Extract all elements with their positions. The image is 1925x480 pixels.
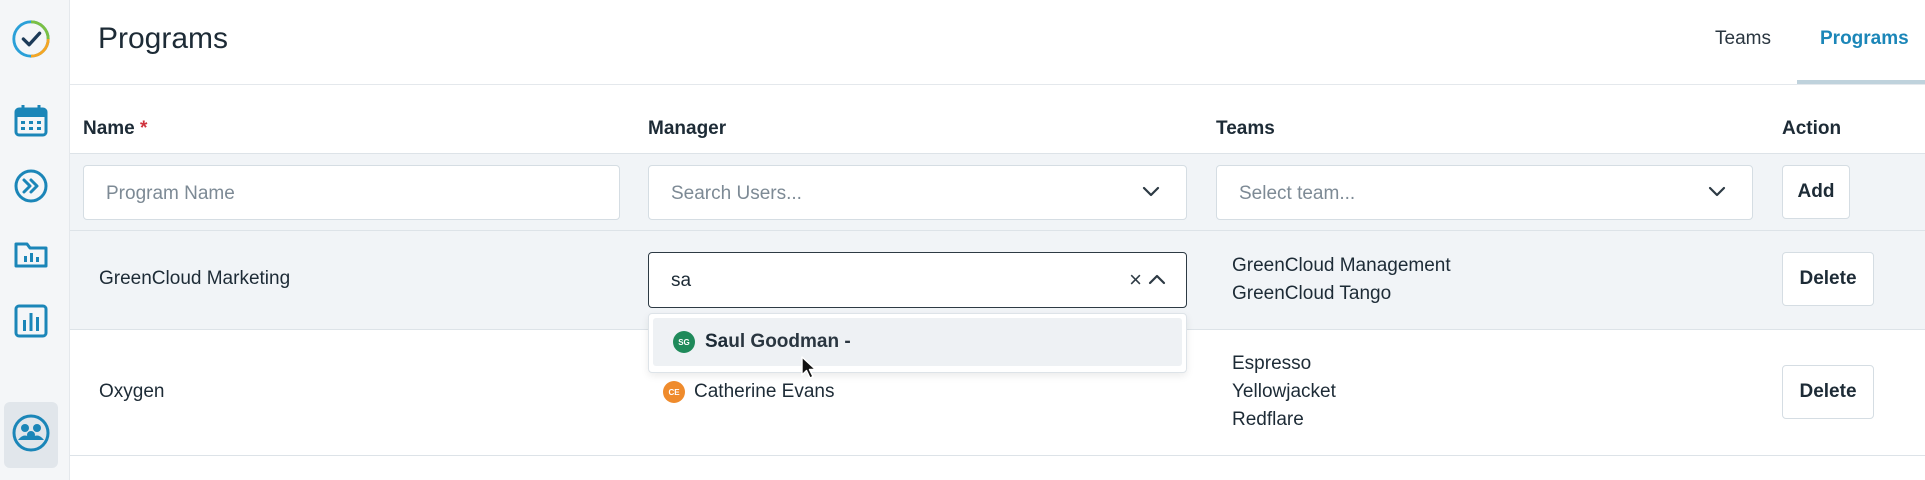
column-header-manager: Manager bbox=[648, 118, 727, 139]
option-label: Saul Goodman - bbox=[705, 331, 851, 353]
chevron-down-icon[interactable] bbox=[1708, 185, 1726, 204]
program-name-placeholder: Program Name bbox=[106, 183, 235, 204]
add-button[interactable]: Add bbox=[1782, 165, 1850, 219]
team-select[interactable]: Select team... bbox=[1216, 165, 1753, 220]
column-header-name: Name * bbox=[83, 118, 147, 140]
delete-button[interactable]: Delete bbox=[1782, 365, 1874, 419]
required-mark: * bbox=[140, 118, 148, 139]
program-name-input[interactable]: Program Name bbox=[83, 165, 620, 220]
header: Programs Teams Programs bbox=[70, 0, 1925, 85]
sidebar bbox=[0, 0, 70, 480]
avatar: SG bbox=[673, 331, 695, 353]
column-header-teams: Teams bbox=[1216, 118, 1275, 139]
team-name: Espresso bbox=[1232, 353, 1312, 374]
team-name: GreenCloud Management bbox=[1232, 255, 1451, 276]
team-name: GreenCloud Tango bbox=[1232, 283, 1392, 304]
chevron-up-icon[interactable] bbox=[1148, 272, 1166, 291]
active-tab-indicator bbox=[1797, 80, 1925, 84]
delete-button[interactable]: Delete bbox=[1782, 252, 1874, 306]
manager-search-placeholder: Search Users... bbox=[671, 183, 802, 204]
bar-chart-icon[interactable] bbox=[10, 300, 52, 342]
program-name: GreenCloud Marketing bbox=[99, 268, 291, 289]
team-name: Yellowjacket bbox=[1232, 381, 1336, 402]
column-header-name-label: Name bbox=[83, 118, 135, 139]
team-select-placeholder: Select team... bbox=[1239, 183, 1356, 204]
option-rest-text: ul Goodman - bbox=[728, 331, 851, 352]
manager-search-input[interactable]: sa × bbox=[648, 252, 1187, 308]
mouse-cursor-icon bbox=[800, 355, 818, 386]
manager-search-value: sa bbox=[671, 270, 692, 291]
sidebar-item-teams[interactable] bbox=[4, 402, 58, 468]
divider bbox=[70, 455, 1925, 456]
team-name: Redflare bbox=[1232, 409, 1304, 430]
logo-icon[interactable] bbox=[10, 18, 52, 60]
chevron-down-icon[interactable] bbox=[1142, 185, 1160, 204]
option-match-text: Sa bbox=[705, 331, 729, 352]
program-name: Oxygen bbox=[99, 381, 165, 402]
page-title: Programs bbox=[98, 22, 229, 55]
forward-icon[interactable] bbox=[10, 165, 52, 207]
tab-programs[interactable]: Programs bbox=[1820, 28, 1909, 50]
dropdown-option[interactable]: SG Saul Goodman - bbox=[653, 318, 1182, 366]
teams-icon bbox=[11, 413, 51, 458]
calendar-icon[interactable] bbox=[10, 100, 52, 142]
folder-chart-icon[interactable] bbox=[10, 233, 52, 275]
clear-icon[interactable]: × bbox=[1129, 267, 1142, 293]
manager-search-select[interactable]: Search Users... bbox=[648, 165, 1187, 220]
manager-dropdown-list: SG Saul Goodman - bbox=[648, 313, 1187, 373]
column-header-action: Action bbox=[1782, 118, 1842, 139]
tab-teams[interactable]: Teams bbox=[1715, 28, 1771, 50]
avatar: CE bbox=[663, 381, 685, 403]
